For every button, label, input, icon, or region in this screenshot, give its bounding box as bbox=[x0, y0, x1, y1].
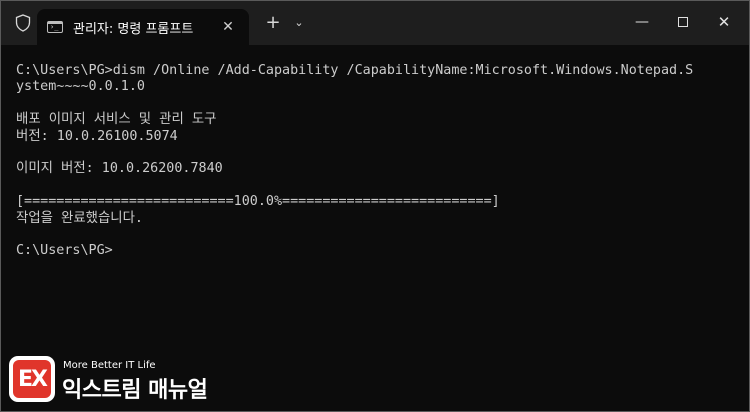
shield-icon bbox=[14, 14, 32, 32]
terminal-line: 배포 이미지 서비스 및 관리 도구 bbox=[16, 112, 217, 128]
logo-text: EX bbox=[18, 366, 48, 392]
logo: EX bbox=[9, 356, 55, 402]
terminal-window: 관리자: 명령 프롬프트 ✕ + ⌄ — ✕ C:\Users\PG>dism … bbox=[0, 0, 750, 412]
watermark-name: 익스트림 매뉴얼 bbox=[62, 378, 208, 403]
chevron-down-icon[interactable]: ⌄ bbox=[289, 13, 309, 33]
terminal-line: 작업을 완료했습니다. bbox=[16, 210, 143, 226]
terminal-line: 이미지 버전: 10.0.26200.7840 bbox=[16, 161, 223, 177]
logo-mark: EX bbox=[13, 360, 51, 398]
terminal-output[interactable]: C:\Users\PG>dism /Online /Add-Capability… bbox=[16, 63, 736, 260]
command-prompt-icon bbox=[47, 21, 63, 33]
terminal-line: 버전: 10.0.26100.5074 bbox=[16, 128, 178, 144]
maximize-icon bbox=[678, 17, 688, 27]
close-button[interactable]: ✕ bbox=[709, 7, 739, 37]
terminal-line: ystem~~~~0.0.1.0 bbox=[16, 79, 145, 95]
terminal-line: C:\Users\PG>dism /Online /Add-Capability… bbox=[16, 63, 694, 78]
progress-line: [==========================100.0%=======… bbox=[16, 194, 500, 210]
tab-title: 관리자: 명령 프롬프트 bbox=[73, 21, 194, 37]
tab-close-icon[interactable]: ✕ bbox=[219, 18, 237, 36]
title-bar[interactable]: 관리자: 명령 프롬프트 ✕ + ⌄ — ✕ bbox=[1, 1, 749, 45]
watermark-tagline: More Better IT Life bbox=[63, 360, 156, 371]
command-prompt-line: C:\Users\PG> bbox=[16, 243, 113, 259]
watermark: EX More Better IT Life 익스트림 매뉴얼 bbox=[9, 356, 209, 404]
tab-command-prompt[interactable]: 관리자: 명령 프롬프트 ✕ bbox=[37, 9, 249, 45]
maximize-button[interactable] bbox=[668, 7, 698, 37]
minimize-button[interactable]: — bbox=[627, 7, 657, 37]
new-tab-button[interactable]: + bbox=[263, 13, 283, 33]
